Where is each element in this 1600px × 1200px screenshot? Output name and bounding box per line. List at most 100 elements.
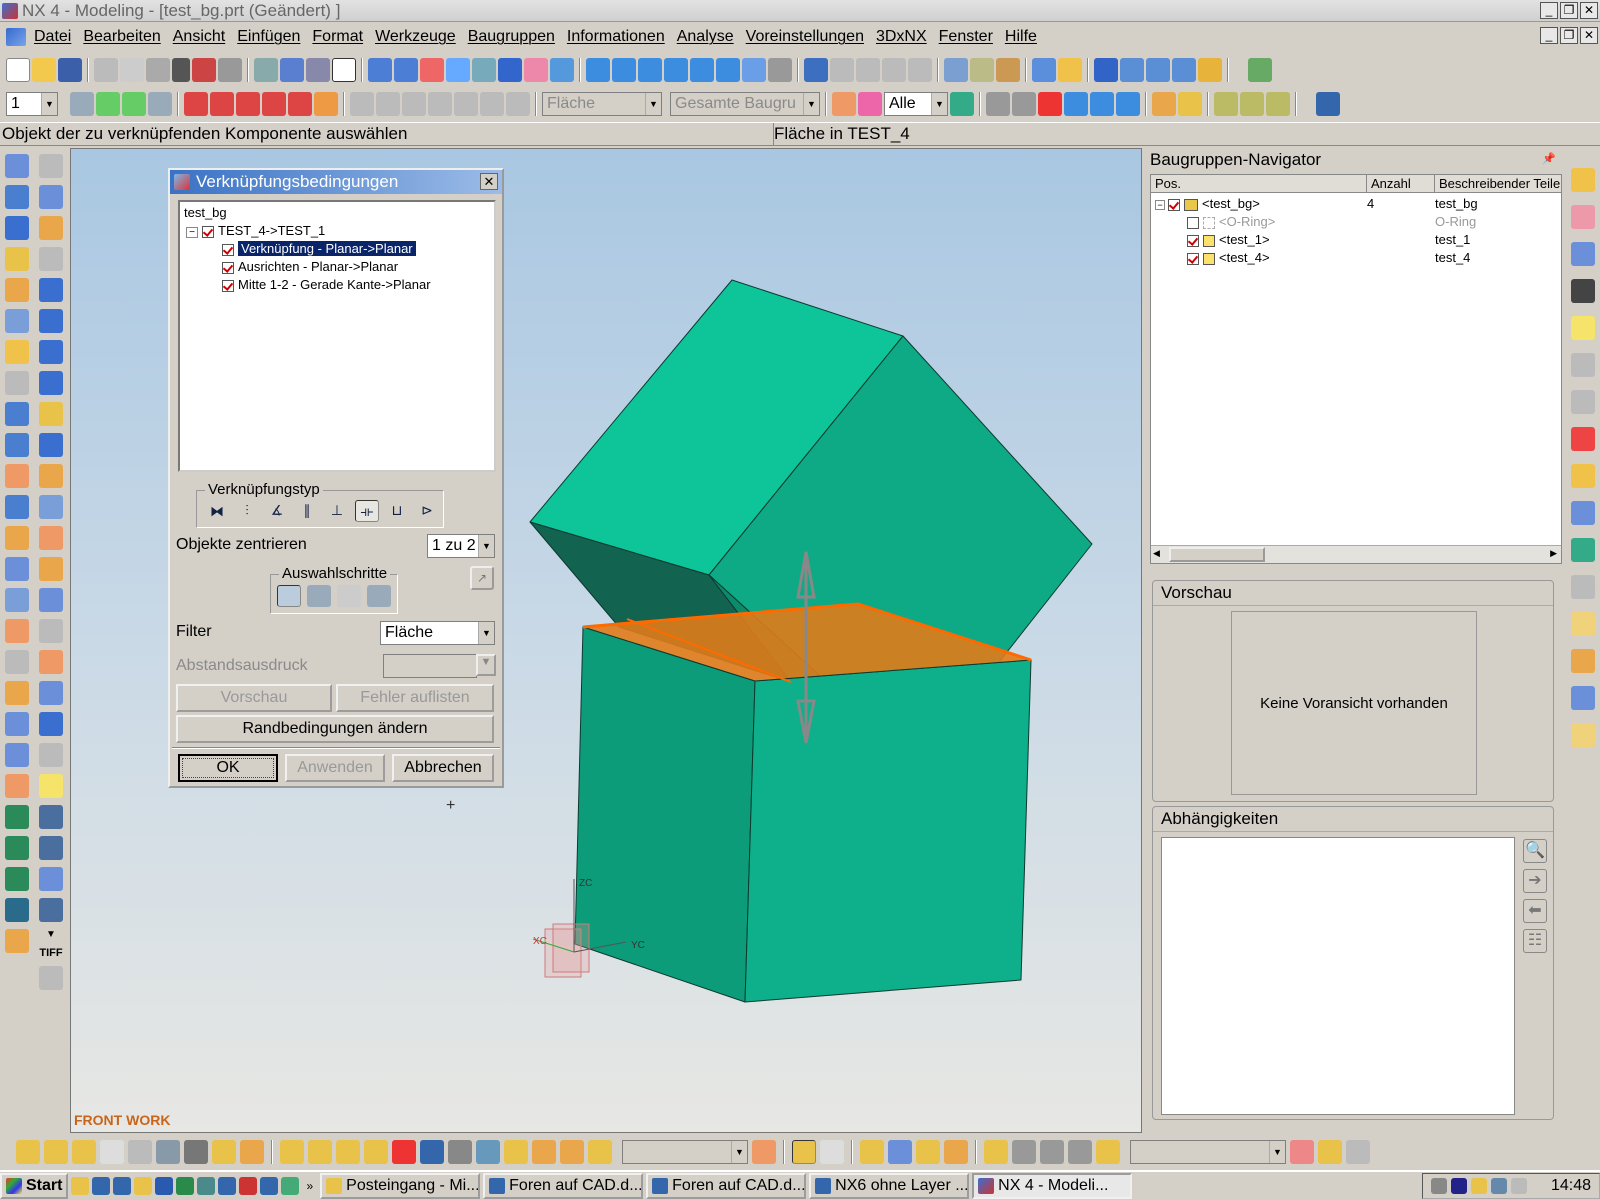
column-header-count[interactable]: Anzahl <box>1367 175 1435 193</box>
column-header-pos[interactable]: Pos. <box>1151 175 1367 193</box>
layer-list-icon[interactable] <box>70 92 94 116</box>
user-tab-icon[interactable] <box>1571 649 1595 673</box>
mate-component-icon[interactable] <box>392 1140 416 1164</box>
window-layout-icon[interactable] <box>1316 92 1340 116</box>
quicklaunch-desktop-icon[interactable] <box>71 1177 90 1195</box>
tool-h-icon[interactable] <box>1346 1140 1370 1164</box>
layer-move-icon[interactable] <box>96 92 120 116</box>
view-right-icon[interactable] <box>664 58 688 82</box>
intersect-icon[interactable] <box>5 681 29 705</box>
csys-icon[interactable] <box>262 92 286 116</box>
menu-fenster[interactable]: Fenster <box>933 28 999 46</box>
step-to-icon[interactable] <box>307 585 331 607</box>
pan-icon[interactable] <box>524 58 548 82</box>
asm1-icon[interactable] <box>16 1140 40 1164</box>
perpendicular-icon[interactable]: ⊥ <box>325 500 349 522</box>
measure-angle-icon[interactable] <box>1178 92 1202 116</box>
menu-einfuegen[interactable]: Einfügen <box>231 28 306 46</box>
navigator-table[interactable]: Pos. Anzahl Beschreibender Teile − <test_… <box>1150 174 1562 564</box>
nav-icon[interactable] <box>1094 58 1118 82</box>
render-style-icon[interactable] <box>742 58 766 82</box>
revolve-icon[interactable] <box>5 526 29 550</box>
scale-icon[interactable] <box>5 898 29 922</box>
solid4-icon[interactable] <box>39 371 63 395</box>
menu-analyse[interactable]: Analyse <box>671 28 740 46</box>
constraint-row[interactable]: Verknüpfung - Planar->Planar <box>184 240 490 258</box>
mirror-icon[interactable] <box>39 588 63 612</box>
sequence-icon[interactable] <box>560 1140 584 1164</box>
circle-icon[interactable] <box>480 92 504 116</box>
horizontal-scrollbar[interactable]: ◀ ▶ <box>1151 545 1561 563</box>
point-icon[interactable] <box>184 92 208 116</box>
step-second-from-icon[interactable] <box>337 585 361 607</box>
menu-hilfe[interactable]: Hilfe <box>999 28 1043 46</box>
help-tab-icon[interactable] <box>1571 316 1595 340</box>
sphere-icon[interactable] <box>5 278 29 302</box>
tool-b-icon[interactable] <box>1012 1140 1036 1164</box>
undo-icon[interactable] <box>218 58 242 82</box>
nx-menu-icon[interactable] <box>6 28 26 46</box>
chamfer-icon[interactable] <box>5 805 29 829</box>
expression-dropdown-icon[interactable]: ▼ <box>476 654 496 676</box>
tool-c-icon[interactable] <box>1040 1140 1064 1164</box>
view-capture-icon[interactable] <box>888 1140 912 1164</box>
select-icon[interactable] <box>254 58 278 82</box>
tiff-label[interactable]: TIFF <box>39 947 62 959</box>
boss-icon[interactable] <box>5 309 29 333</box>
face-icon[interactable] <box>1090 92 1114 116</box>
sketch-icon[interactable] <box>39 154 63 178</box>
angle-icon[interactable]: ∡ <box>265 500 289 522</box>
tangent-icon[interactable] <box>428 92 452 116</box>
transform-icon[interactable] <box>306 58 330 82</box>
tree-node-parent[interactable]: − TEST_4->TEST_1 <box>184 222 490 240</box>
menu-format[interactable]: Format <box>306 28 369 46</box>
constraint-row[interactable]: Mitte 1-2 - Gerade Kante->Planar <box>184 276 490 294</box>
scroll-right-icon[interactable]: ▶ <box>1550 548 1557 559</box>
material-icon[interactable] <box>39 898 63 922</box>
taskbar-item-nx4[interactable]: NX 4 - Modeli... <box>972 1173 1133 1199</box>
groove-icon[interactable] <box>5 464 29 488</box>
light-icon[interactable] <box>39 774 63 798</box>
pad-icon[interactable] <box>5 371 29 395</box>
apply-button[interactable]: Anwenden <box>285 754 385 782</box>
navigator-row[interactable]: − <test_bg> 4 test_bg <box>1155 195 1555 213</box>
tool-a-icon[interactable] <box>984 1140 1008 1164</box>
assembly2-icon[interactable] <box>1058 58 1082 82</box>
step-from-icon[interactable] <box>277 585 301 607</box>
system-materials-tab-icon[interactable] <box>1571 390 1595 414</box>
tool-g-icon[interactable] <box>1318 1140 1342 1164</box>
doc-minimize-button[interactable]: _ <box>1540 27 1558 44</box>
view-iso-icon[interactable] <box>586 58 610 82</box>
asm5-icon[interactable] <box>128 1140 152 1164</box>
hole-icon[interactable] <box>5 340 29 364</box>
checkbox-icon[interactable] <box>222 279 234 292</box>
search-icon[interactable]: 🔍 <box>1523 839 1547 863</box>
collapse-icon[interactable]: − <box>186 227 198 238</box>
more-chevron-icon[interactable]: ▼ <box>46 929 56 940</box>
layout-tab-icon[interactable] <box>1571 686 1595 710</box>
tool2-icon[interactable] <box>1240 92 1264 116</box>
open-folder-icon[interactable] <box>32 58 56 82</box>
web-browser-tab-icon[interactable] <box>1571 242 1595 266</box>
param-icon[interactable] <box>39 681 63 705</box>
menu-ansicht[interactable]: Ansicht <box>167 28 231 46</box>
reposition-component-icon[interactable] <box>420 1140 444 1164</box>
subtract-icon[interactable] <box>5 650 29 674</box>
close-button[interactable]: ✕ <box>1580 2 1598 19</box>
asm2-icon[interactable] <box>44 1140 68 1164</box>
color-filter-icon[interactable] <box>858 92 882 116</box>
tool-f-icon[interactable] <box>1290 1140 1314 1164</box>
quicklaunch-app-icon[interactable] <box>197 1177 216 1195</box>
taskbar-item-forum2[interactable]: Foren auf CAD.d... <box>646 1173 807 1199</box>
shell-icon[interactable] <box>5 836 29 860</box>
constraint-tree[interactable]: test_bg − TEST_4->TEST_1 Verknüpfung - Pl… <box>178 200 496 472</box>
tube-icon[interactable] <box>5 588 29 612</box>
center-objects-combo[interactable]: 1 zu 2 ▼ <box>427 534 495 558</box>
block-icon[interactable] <box>5 185 29 209</box>
wave-icon[interactable] <box>588 1140 612 1164</box>
copy-icon[interactable] <box>120 58 144 82</box>
nav2-icon[interactable] <box>1120 58 1144 82</box>
history-tab-icon[interactable] <box>1571 353 1595 377</box>
nav5-icon[interactable] <box>1198 58 1222 82</box>
extrude-icon[interactable] <box>5 495 29 519</box>
